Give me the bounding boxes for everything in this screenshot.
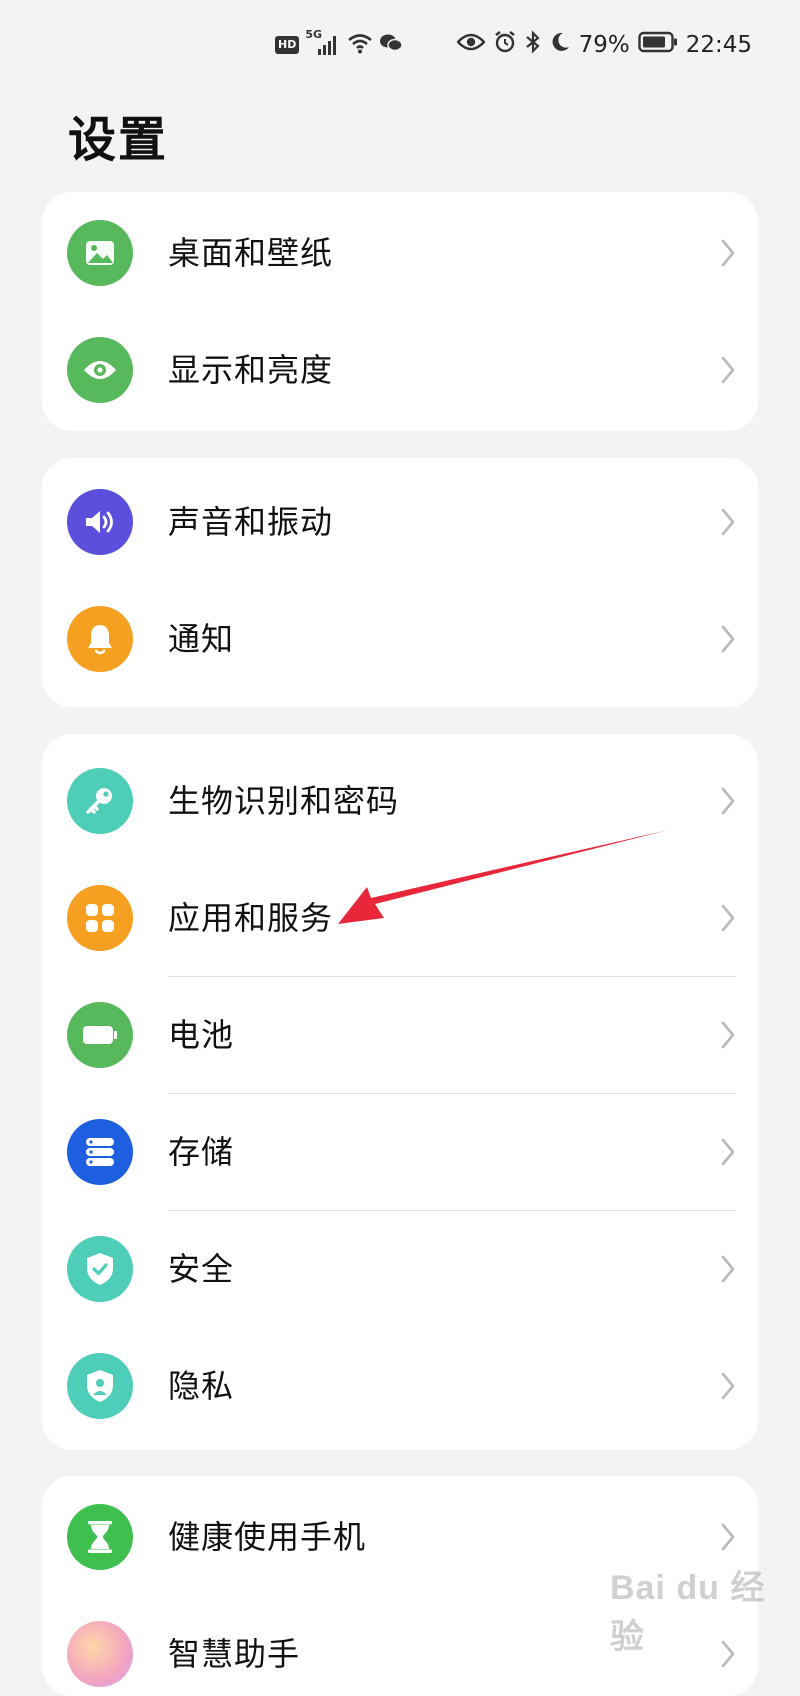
settings-item-label: 通知 [168,620,235,658]
eye-icon [67,337,133,403]
settings-item-label: 隐私 [168,1367,235,1405]
eye-comfort-icon [455,32,486,58]
settings-item-security[interactable]: 安全 [42,1211,758,1328]
alarm-icon [493,30,517,60]
bluetooth-icon [525,30,541,60]
settings-item-display-brightness[interactable]: 显示和亮度 [42,312,758,429]
settings-group-system: 生物识别和密码 应用和服务 电池 存储 安全 隐私 [42,734,758,1450]
shield-check-icon [67,1236,133,1302]
wallpaper-icon [67,220,133,286]
settings-item-notifications[interactable]: 通知 [42,581,758,698]
cellular-signal-icon: 5G [305,28,341,58]
chevron-right-icon [721,356,735,384]
privacy-shield-icon [67,1353,133,1419]
chevron-right-icon [721,625,735,653]
assistant-icon [67,1621,133,1687]
page-title: 设置 [68,112,169,168]
settings-item-biometrics-password[interactable]: 生物识别和密码 [42,743,758,860]
settings-item-label: 显示和亮度 [168,351,334,389]
hd-badge: HD [275,36,300,54]
settings-item-label: 桌面和壁纸 [168,234,334,272]
status-right: 79% 22:45 [455,30,752,60]
settings-item-wallpaper[interactable]: 桌面和壁纸 [42,195,758,312]
clock: 22:45 [685,32,752,58]
speaker-icon [67,489,133,555]
settings-item-label: 存储 [168,1133,235,1171]
chevron-right-icon [721,1138,735,1166]
storage-icon [67,1119,133,1185]
wifi-icon [347,32,373,58]
settings-group-display: 桌面和壁纸 显示和亮度 [42,192,758,431]
settings-item-label: 声音和振动 [168,503,334,541]
settings-item-privacy[interactable]: 隐私 [42,1328,758,1445]
do-not-disturb-moon-icon [549,31,571,59]
settings-item-label: 生物识别和密码 [168,782,400,820]
settings-group-sound-notify: 声音和振动 通知 [42,458,758,707]
settings-item-apps-services[interactable]: 应用和服务 [42,860,758,977]
chevron-right-icon [721,1021,735,1049]
status-left: HD 5G [275,28,404,58]
settings-item-storage[interactable]: 存储 [42,1094,758,1211]
chevron-right-icon [721,1372,735,1400]
chevron-right-icon [721,239,735,267]
bell-icon [67,606,133,672]
watermark: Bai du 经验 [610,1569,766,1656]
settings-item-battery[interactable]: 电池 [42,977,758,1094]
status-bar: HD 5G 79% 22:45 [0,0,800,95]
settings-item-label: 健康使用手机 [168,1518,367,1556]
chevron-right-icon [721,1523,735,1551]
chevron-right-icon [721,1255,735,1283]
chevron-right-icon [721,787,735,815]
chevron-right-icon [721,904,735,932]
settings-item-label: 电池 [168,1016,235,1054]
wechat-icon [379,32,404,58]
settings-item-sound-vibration[interactable]: 声音和振动 [42,464,758,581]
settings-item-label: 应用和服务 [168,899,334,937]
settings-item-label: 智慧助手 [168,1635,301,1673]
hourglass-icon [67,1504,133,1570]
chevron-right-icon [721,508,735,536]
key-icon [67,768,133,834]
battery-icon [638,31,678,59]
apps-icon [67,885,133,951]
battery-percent: 79% [578,32,630,58]
battery-icon [67,1002,133,1068]
settings-item-label: 安全 [168,1250,235,1288]
